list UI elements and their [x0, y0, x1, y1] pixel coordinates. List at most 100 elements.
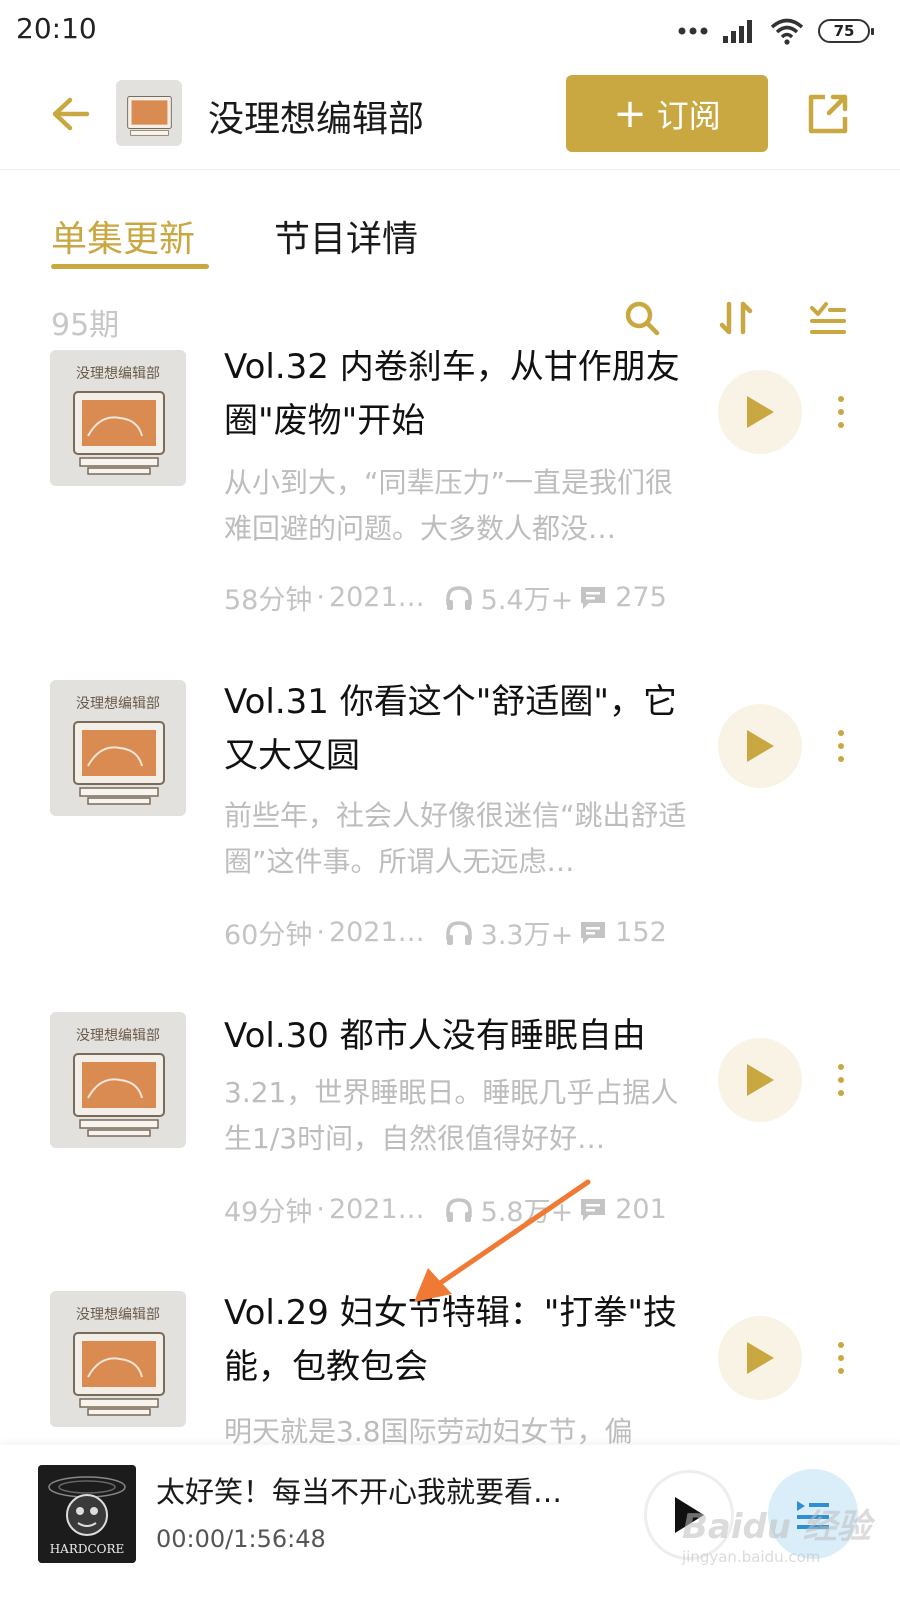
episode-title[interactable]: Vol.30 都市人没有睡眠自由: [224, 1009, 694, 1063]
cover-art-icon: [116, 80, 182, 146]
comment-icon: [579, 1197, 607, 1223]
episode-meta: 58分钟 · 2021… 5.4万+ 275: [224, 578, 694, 617]
episode-comments: 152: [615, 917, 667, 948]
now-playing-time: 00:00/1:56:48: [156, 1525, 326, 1553]
wifi-icon: [770, 18, 804, 45]
more-options-button[interactable]: [826, 1328, 856, 1388]
subscribe-label: 订阅: [656, 96, 721, 135]
play-icon: [747, 396, 774, 428]
mini-player[interactable]: HARDCORE 太好笑！每当不开心我就要看… 00:00/1:56:48 Ba…: [0, 1445, 900, 1600]
sort-button[interactable]: [712, 294, 760, 342]
episode-meta: 60分钟 · 2021… 3.3万+ 152: [224, 913, 694, 952]
plus-icon: +: [613, 90, 647, 137]
episode-title[interactable]: Vol.29 妇女节特辑："打拳"技能，包教包会: [224, 1286, 694, 1394]
tab-details[interactable]: 节目详情: [274, 210, 418, 262]
episode-cover: 没理想编辑部: [50, 350, 186, 486]
play-button[interactable]: [718, 1038, 802, 1122]
play-button[interactable]: [718, 1316, 802, 1400]
episode-duration: 49分钟: [224, 1197, 313, 1228]
cover-art-icon: 没理想编辑部: [50, 1291, 186, 1427]
headphones-icon: [445, 920, 473, 946]
episode-description: 前些年，社会人好像很迷信“跳出舒适圈”这件事。所谓人无远虑…: [224, 799, 687, 878]
header: 没理想编辑部 + 订阅: [0, 62, 900, 170]
more-dot: [838, 730, 844, 736]
episode-cover: 没理想编辑部: [50, 1012, 186, 1148]
more-dot: [838, 1342, 844, 1348]
comment-icon: [579, 585, 607, 611]
more-dot: [838, 743, 844, 749]
episode-cover: 没理想编辑部: [50, 1291, 186, 1427]
cover-art-text: 没理想编辑部: [76, 366, 160, 382]
play-button[interactable]: [718, 370, 802, 454]
episode-list[interactable]: 没理想编辑部 Vol.32 内卷刹车，从甘作朋友圈"废物"开始 从小到大，“同辈…: [0, 350, 900, 1445]
episode-item[interactable]: 没理想编辑部 Vol.29 妇女节特辑："打拳"技能，包教包会 明天就是3.8国…: [0, 1291, 900, 1445]
status-icons: 75: [678, 14, 874, 48]
episode-duration: 60分钟: [224, 920, 313, 951]
sort-icon: [719, 301, 753, 335]
list-toolbar: 95期: [0, 290, 900, 350]
play-icon: [675, 1497, 704, 1533]
checklist-icon: [810, 302, 846, 334]
episode-date: 2021…: [328, 917, 425, 948]
episode-item[interactable]: 没理想编辑部 Vol.31 你看这个"舒适圈"，它又大又圆 前些年，社会人好像很…: [0, 680, 900, 1015]
play-button[interactable]: [718, 704, 802, 788]
headphones-icon: [445, 585, 473, 611]
mini-play-button[interactable]: [644, 1470, 734, 1560]
podcast-title: 没理想编辑部: [208, 99, 425, 140]
subscribe-button[interactable]: + 订阅: [566, 75, 768, 152]
cover-art-text: 没理想编辑部: [76, 1028, 160, 1044]
more-options-button[interactable]: [826, 382, 856, 442]
cover-art-icon: 没理想编辑部: [50, 350, 186, 486]
more-options-button[interactable]: [826, 716, 856, 776]
more-dot: [838, 396, 844, 402]
more-dots-icon: [678, 27, 708, 35]
active-tab-indicator: [51, 264, 209, 269]
search-icon: [625, 301, 660, 336]
cover-brand-text: HARDCORE: [50, 1542, 125, 1556]
headphones-icon: [445, 1197, 473, 1223]
episode-description: 从小到大，“同辈压力”一直是我们很难回避的问题。大多数人都没…: [224, 466, 674, 545]
podcast-cover: [116, 80, 182, 146]
cover-art-text: 没理想编辑部: [76, 1307, 160, 1323]
more-options-button[interactable]: [826, 1050, 856, 1110]
more-dot: [838, 1368, 844, 1374]
episode-duration: 58分钟: [224, 585, 313, 616]
episode-date: 2021…: [328, 582, 425, 613]
more-dot: [838, 422, 844, 428]
episode-plays: 3.3万+: [480, 920, 574, 951]
more-dot: [838, 1355, 844, 1361]
play-icon: [747, 730, 774, 762]
episode-item[interactable]: 没理想编辑部 Vol.30 都市人没有睡眠自由 3.21，世界睡眠日。睡眠几乎占…: [0, 1012, 900, 1292]
episode-comments: 275: [615, 582, 667, 613]
episode-item[interactable]: 没理想编辑部 Vol.32 内卷刹车，从甘作朋友圈"废物"开始 从小到大，“同辈…: [0, 350, 900, 685]
hardcore-cover-icon: HARDCORE: [38, 1465, 136, 1563]
signal-icon: [723, 20, 752, 43]
episode-meta: 49分钟 · 2021… 5.8万+ 201: [224, 1190, 694, 1229]
episode-title[interactable]: Vol.31 你看这个"舒适圈"，它又大又圆: [224, 675, 694, 783]
now-playing-title[interactable]: 太好笑！每当不开心我就要看…: [156, 1469, 596, 1511]
playlist-icon: [797, 1501, 829, 1529]
status-time: 20:10: [16, 12, 97, 45]
episode-count: 95期: [51, 308, 120, 343]
back-button[interactable]: [44, 88, 96, 140]
more-dot: [838, 1077, 844, 1083]
playlist-button[interactable]: [768, 1469, 858, 1559]
now-playing-cover: HARDCORE: [38, 1465, 136, 1563]
tab-bar: 单集更新 节目详情: [0, 170, 900, 280]
tab-episodes[interactable]: 单集更新: [51, 210, 195, 262]
play-icon: [747, 1064, 774, 1096]
search-button[interactable]: [618, 294, 666, 342]
more-dot: [838, 756, 844, 762]
play-icon: [747, 1342, 774, 1374]
battery-indicator: 75: [818, 19, 874, 43]
episode-date: 2021…: [328, 1194, 425, 1225]
episode-cover: 没理想编辑部: [50, 680, 186, 816]
share-icon: [808, 94, 848, 134]
multi-select-button[interactable]: [804, 294, 852, 342]
share-button[interactable]: [800, 86, 856, 142]
episode-title[interactable]: Vol.32 内卷刹车，从甘作朋友圈"废物"开始: [224, 350, 694, 448]
more-dot: [838, 1090, 844, 1096]
episode-description: 3.21，世界睡眠日。睡眠几乎占据人生1/3时间，自然很值得好好…: [224, 1076, 679, 1155]
status-bar: 20:10 75: [0, 0, 900, 62]
cover-art-icon: 没理想编辑部: [50, 1012, 186, 1148]
